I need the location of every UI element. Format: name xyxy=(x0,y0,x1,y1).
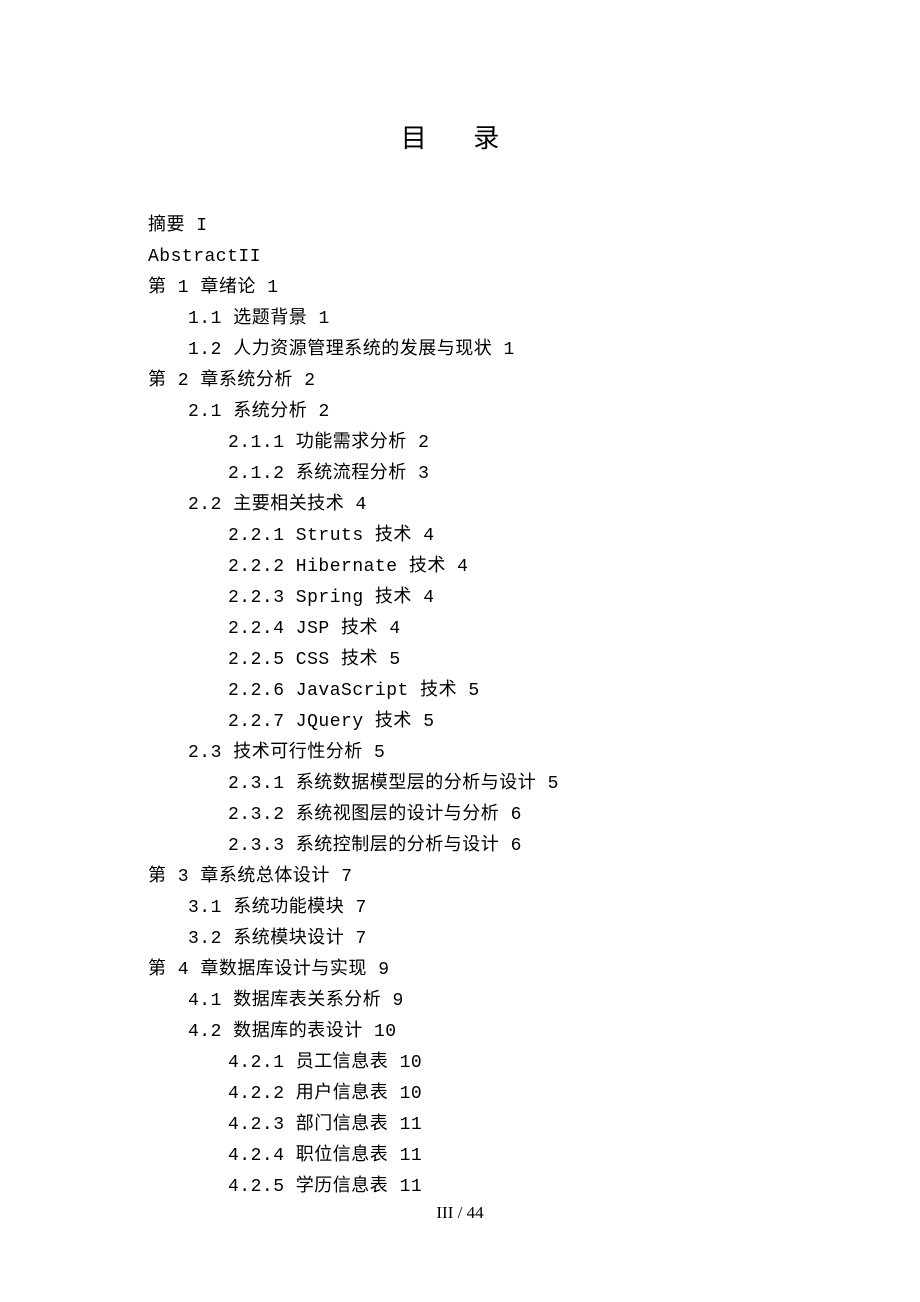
toc-entry: 4.2.5 学历信息表 11 xyxy=(148,1172,788,1203)
toc-entry: 摘要 I xyxy=(148,211,788,242)
toc-entry: 2.1.1 功能需求分析 2 xyxy=(148,428,788,459)
toc-entry: 4.2 数据库的表设计 10 xyxy=(148,1017,788,1048)
toc-entry: 4.2.4 职位信息表 11 xyxy=(148,1141,788,1172)
toc-entry: 2.3 技术可行性分析 5 xyxy=(148,738,788,769)
page-title: 目 录 xyxy=(0,0,920,155)
toc-entry: 2.3.2 系统视图层的设计与分析 6 xyxy=(148,800,788,831)
toc-entry: 2.3.1 系统数据模型层的分析与设计 5 xyxy=(148,769,788,800)
toc-entry: 2.2.3 Spring 技术 4 xyxy=(148,583,788,614)
toc-entry: 2.2.5 CSS 技术 5 xyxy=(148,645,788,676)
toc-entry: 2.3.3 系统控制层的分析与设计 6 xyxy=(148,831,788,862)
toc-entry: 2.2 主要相关技术 4 xyxy=(148,490,788,521)
toc-entry: 2.1 系统分析 2 xyxy=(148,397,788,428)
toc-entry: 3.1 系统功能模块 7 xyxy=(148,893,788,924)
toc-entry: 第 2 章系统分析 2 xyxy=(148,366,788,397)
toc-entry: 第 1 章绪论 1 xyxy=(148,273,788,304)
toc-entry: 3.2 系统模块设计 7 xyxy=(148,924,788,955)
toc-entry: 4.2.2 用户信息表 10 xyxy=(148,1079,788,1110)
toc-entry: 2.2.2 Hibernate 技术 4 xyxy=(148,552,788,583)
toc-entry: 第 3 章系统总体设计 7 xyxy=(148,862,788,893)
toc-entry: 2.2.7 JQuery 技术 5 xyxy=(148,707,788,738)
toc-entry: 4.2.3 部门信息表 11 xyxy=(148,1110,788,1141)
toc-entry: AbstractII xyxy=(148,242,788,273)
toc-entry: 2.2.1 Struts 技术 4 xyxy=(148,521,788,552)
toc-entry: 4.1 数据库表关系分析 9 xyxy=(148,986,788,1017)
toc-entry: 1.1 选题背景 1 xyxy=(148,304,788,335)
toc-entry: 1.2 人力资源管理系统的发展与现状 1 xyxy=(148,335,788,366)
page-footer: III / 44 xyxy=(0,1203,920,1223)
toc-entry: 第 4 章数据库设计与实现 9 xyxy=(148,955,788,986)
toc-entry: 2.2.6 JavaScript 技术 5 xyxy=(148,676,788,707)
toc-entry: 2.1.2 系统流程分析 3 xyxy=(148,459,788,490)
toc-content: 摘要 IAbstractII第 1 章绪论 11.1 选题背景 11.2 人力资… xyxy=(0,211,920,1203)
toc-entry: 2.2.4 JSP 技术 4 xyxy=(148,614,788,645)
toc-entry: 4.2.1 员工信息表 10 xyxy=(148,1048,788,1079)
